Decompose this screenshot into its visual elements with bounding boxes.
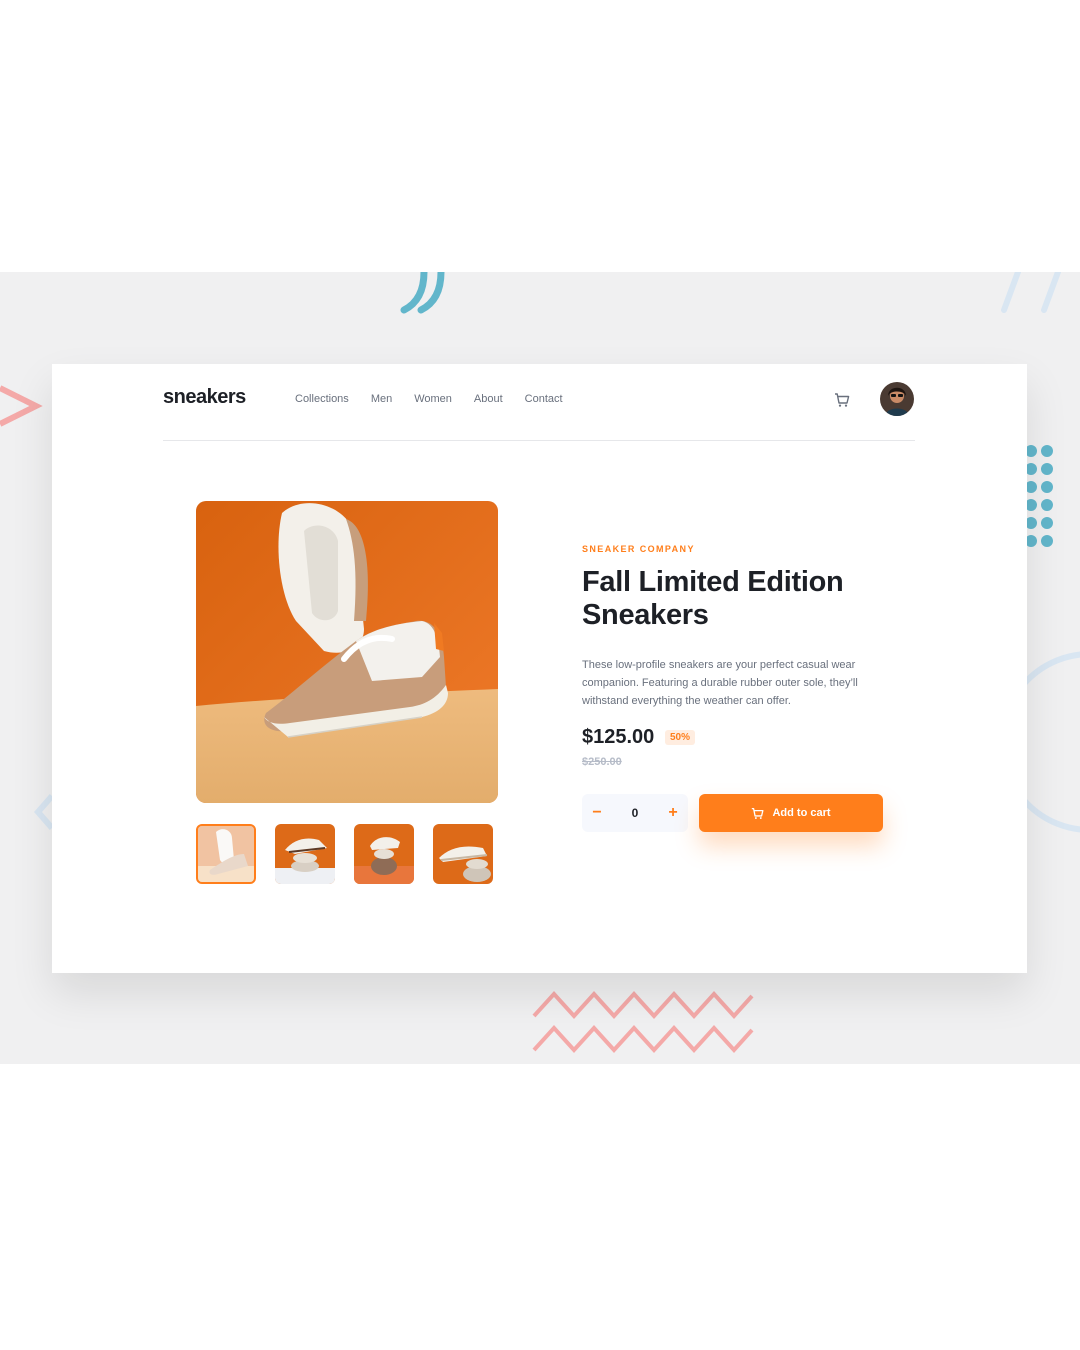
cart-icon[interactable]: [834, 392, 850, 408]
nav-contact[interactable]: Contact: [525, 393, 563, 405]
nav-about[interactable]: About: [474, 393, 503, 405]
light-chevron-decoration: [34, 794, 54, 830]
product-card: sneakers Collections Men Women About Con…: [52, 364, 1027, 973]
add-to-cart-label: Add to cart: [772, 807, 831, 819]
increase-quantity-button[interactable]: +: [666, 804, 680, 822]
main-nav: Collections Men Women About Contact: [295, 393, 563, 405]
add-to-cart-button[interactable]: Add to cart: [699, 794, 883, 832]
quantity-value: 0: [631, 806, 639, 820]
current-price: $125.00: [582, 726, 655, 748]
original-price: $250.00: [582, 756, 622, 768]
pink-chevron-decoration: [0, 385, 43, 427]
thumbnail-strip: [196, 824, 493, 884]
pink-zigzag-decoration: [532, 991, 754, 1053]
decrease-quantity-button[interactable]: −: [590, 804, 604, 822]
thumbnail-4[interactable]: [433, 824, 493, 884]
thumbnail-3[interactable]: [354, 824, 414, 884]
nav-women[interactable]: Women: [414, 393, 452, 405]
company-label: SNEAKER COMPANY: [582, 544, 695, 554]
nav-men[interactable]: Men: [371, 393, 392, 405]
cart-icon: [752, 807, 764, 819]
thumbnail-2[interactable]: [275, 824, 335, 884]
avatar[interactable]: [880, 382, 914, 416]
nav-collections[interactable]: Collections: [295, 393, 349, 405]
brand-logo[interactable]: sneakers: [163, 386, 246, 409]
quantity-stepper: − 0 +: [582, 794, 688, 832]
header-divider: [163, 440, 915, 441]
product-title: Fall Limited Edition Sneakers: [582, 566, 844, 631]
blue-dots-decoration: [1025, 445, 1053, 547]
main-product-image[interactable]: [196, 501, 498, 803]
slash-decoration: [1001, 272, 1061, 313]
thumbnail-1[interactable]: [196, 824, 256, 884]
product-description: These low-profile sneakers are your perf…: [582, 659, 858, 707]
teal-quote-decoration: [400, 272, 445, 314]
discount-badge: 50%: [665, 730, 696, 745]
